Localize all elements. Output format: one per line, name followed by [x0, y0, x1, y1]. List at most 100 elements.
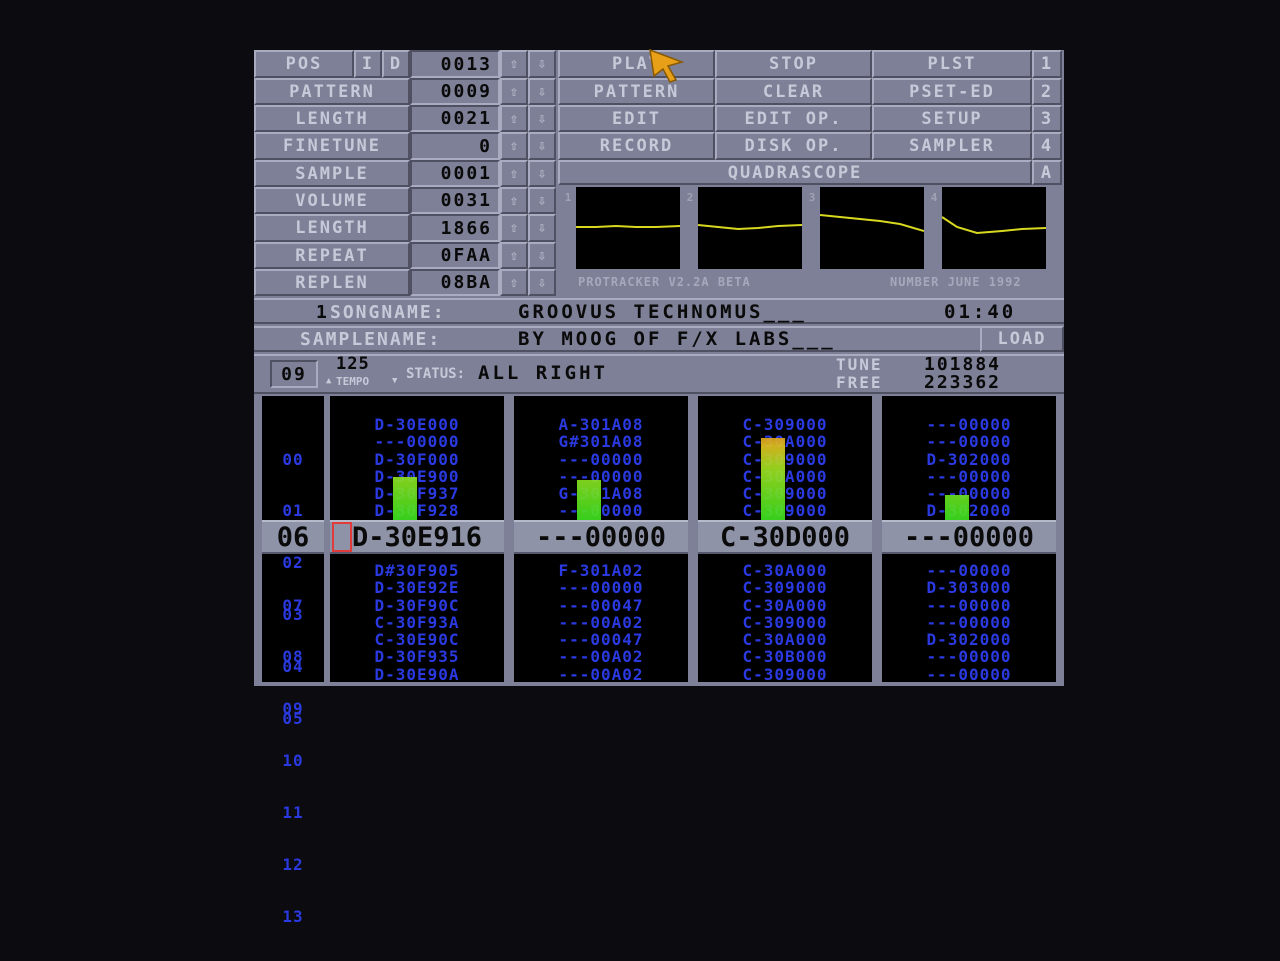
- edit-op-button[interactable]: EDIT OP.: [715, 105, 872, 132]
- pattern-row[interactable]: C-30A000: [698, 562, 872, 580]
- sample-length-down-arrow-icon[interactable]: ⇩: [528, 214, 556, 242]
- volume-down-arrow-icon[interactable]: ⇩: [528, 187, 556, 214]
- pattern-row[interactable]: ---00000: [882, 485, 1056, 503]
- tempo-down-arrow-icon[interactable]: ▼: [392, 374, 402, 388]
- pattern-row[interactable]: C-30A000: [698, 468, 872, 486]
- pattern-row[interactable]: ---00A02: [514, 614, 688, 632]
- pattern-row[interactable]: D-30F928: [330, 502, 504, 520]
- pattern-row[interactable]: D#30F905: [330, 562, 504, 580]
- pattern-row[interactable]: ---00000: [882, 648, 1056, 666]
- channel-1-current-row[interactable]: D-30E916: [330, 520, 504, 554]
- length-up-arrow-icon[interactable]: ⇧: [500, 105, 528, 132]
- pattern-row[interactable]: C-30A000: [698, 596, 872, 614]
- screen-2-button[interactable]: 2: [1032, 78, 1062, 105]
- pattern-row[interactable]: C-309000: [698, 485, 872, 503]
- insert-button[interactable]: I: [354, 50, 382, 78]
- finetune-up-arrow-icon[interactable]: ⇧: [500, 132, 528, 160]
- pattern-row[interactable]: ---00000: [882, 416, 1056, 434]
- pattern-row[interactable]: A-301A08: [514, 416, 688, 434]
- edit-button[interactable]: EDIT: [558, 105, 715, 132]
- pattern-row[interactable]: D-302000: [882, 450, 1056, 468]
- sample-up-arrow-icon[interactable]: ⇧: [500, 160, 528, 187]
- pattern-row[interactable]: C-30A000: [698, 631, 872, 649]
- pattern-row[interactable]: D-30E90A: [330, 665, 504, 683]
- sample-down-arrow-icon[interactable]: ⇩: [528, 160, 556, 187]
- screen-1-button[interactable]: 1: [1032, 50, 1062, 78]
- pattern-row[interactable]: C-309000: [698, 614, 872, 632]
- pattern-row[interactable]: ---00000: [514, 502, 688, 520]
- load-button[interactable]: LOAD: [980, 326, 1064, 352]
- delete-button[interactable]: D: [382, 50, 410, 78]
- clear-button[interactable]: CLEAR: [715, 78, 872, 105]
- pattern-row[interactable]: D-30F935: [330, 648, 504, 666]
- pattern-row[interactable]: D-302000: [882, 502, 1056, 520]
- pattern-row[interactable]: G#301A08: [514, 433, 688, 451]
- pattern-row[interactable]: ---00000: [330, 433, 504, 451]
- quadrascope-button[interactable]: QUADRASCOPE: [558, 160, 1032, 185]
- pattern-row[interactable]: ---00000: [514, 450, 688, 468]
- pos-down-arrow-icon[interactable]: ⇩: [528, 50, 556, 78]
- pattern-row[interactable]: C-309000: [698, 665, 872, 683]
- length-down-arrow-icon[interactable]: ⇩: [528, 105, 556, 132]
- pattern-row[interactable]: ---00000: [514, 468, 688, 486]
- pattern-row[interactable]: D-30E000: [330, 416, 504, 434]
- record-button[interactable]: RECORD: [558, 132, 715, 160]
- plst-button[interactable]: PLST: [872, 50, 1032, 78]
- pattern-row[interactable]: C-309000: [698, 502, 872, 520]
- pattern-row[interactable]: ---00000: [882, 596, 1056, 614]
- screen-4-button[interactable]: 4: [1032, 132, 1062, 160]
- tempo-up-arrow-icon[interactable]: ▲: [326, 374, 336, 388]
- analyzer-toggle-button[interactable]: A: [1032, 160, 1062, 185]
- setup-button[interactable]: SETUP: [872, 105, 1032, 132]
- volume-up-arrow-icon[interactable]: ⇧: [500, 187, 528, 214]
- pattern-row[interactable]: D-30F90C: [330, 596, 504, 614]
- pattern-row[interactable]: ---00047: [514, 631, 688, 649]
- pattern-row[interactable]: D-30E92E: [330, 579, 504, 597]
- stop-button[interactable]: STOP: [715, 50, 872, 78]
- pattern-row[interactable]: ---00000: [882, 433, 1056, 451]
- channel-3-current-row[interactable]: C-30D000: [698, 520, 872, 554]
- pattern-row[interactable]: C-309000: [698, 579, 872, 597]
- disk-op-button[interactable]: DISK OP.: [715, 132, 872, 160]
- pattern-row[interactable]: C-309000: [698, 450, 872, 468]
- pattern-row[interactable]: D-303000: [882, 579, 1056, 597]
- pattern-row[interactable]: C-30E90C: [330, 631, 504, 649]
- pset-ed-button[interactable]: PSET-ED: [872, 78, 1032, 105]
- pattern-row[interactable]: G-301A08: [514, 485, 688, 503]
- pattern-row[interactable]: F-301A02: [514, 562, 688, 580]
- pos-up-arrow-icon[interactable]: ⇧: [500, 50, 528, 78]
- scope-channel-4: [942, 187, 1046, 269]
- pattern-row[interactable]: D-30E900: [330, 468, 504, 486]
- pattern-row[interactable]: ---00A02: [514, 648, 688, 666]
- pattern-button[interactable]: PATTERN: [558, 78, 715, 105]
- finetune-down-arrow-icon[interactable]: ⇩: [528, 132, 556, 160]
- sampler-button[interactable]: SAMPLER: [872, 132, 1032, 160]
- pattern-row[interactable]: C-30F93A: [330, 614, 504, 632]
- repeat-down-arrow-icon[interactable]: ⇩: [528, 242, 556, 269]
- screen-3-button[interactable]: 3: [1032, 105, 1062, 132]
- pattern-row[interactable]: ---00A02: [514, 665, 688, 683]
- samplename-field[interactable]: BY MOOG OF F/X LABS___: [518, 327, 836, 351]
- replen-down-arrow-icon[interactable]: ⇩: [528, 269, 556, 296]
- repeat-up-arrow-icon[interactable]: ⇧: [500, 242, 528, 269]
- pattern-row[interactable]: D-302000: [882, 631, 1056, 649]
- songname-field[interactable]: GROOVUS TECHNOMUS___: [518, 300, 807, 324]
- pattern-row[interactable]: ---00000: [882, 665, 1056, 683]
- pattern-row[interactable]: D-30F000: [330, 450, 504, 468]
- sample-length-up-arrow-icon[interactable]: ⇧: [500, 214, 528, 242]
- pattern-up-arrow-icon[interactable]: ⇧: [500, 78, 528, 105]
- channel-4-current-row[interactable]: ---00000: [882, 520, 1056, 554]
- pattern-row[interactable]: ---00000: [882, 614, 1056, 632]
- channel-2-current-row[interactable]: ---00000: [514, 520, 688, 554]
- pattern-row[interactable]: ---00000: [514, 579, 688, 597]
- pattern-row[interactable]: C-30A000: [698, 433, 872, 451]
- pattern-down-arrow-icon[interactable]: ⇩: [528, 78, 556, 105]
- pattern-row[interactable]: C-30B000: [698, 648, 872, 666]
- pattern-row[interactable]: ---00000: [882, 468, 1056, 486]
- pattern-row[interactable]: ---00000: [882, 562, 1056, 580]
- pattern-row[interactable]: C-309000: [698, 416, 872, 434]
- replen-up-arrow-icon[interactable]: ⇧: [500, 269, 528, 296]
- pattern-row[interactable]: ---00047: [514, 596, 688, 614]
- pattern-row[interactable]: D-30F937: [330, 485, 504, 503]
- play-button[interactable]: PLAY: [558, 50, 715, 78]
